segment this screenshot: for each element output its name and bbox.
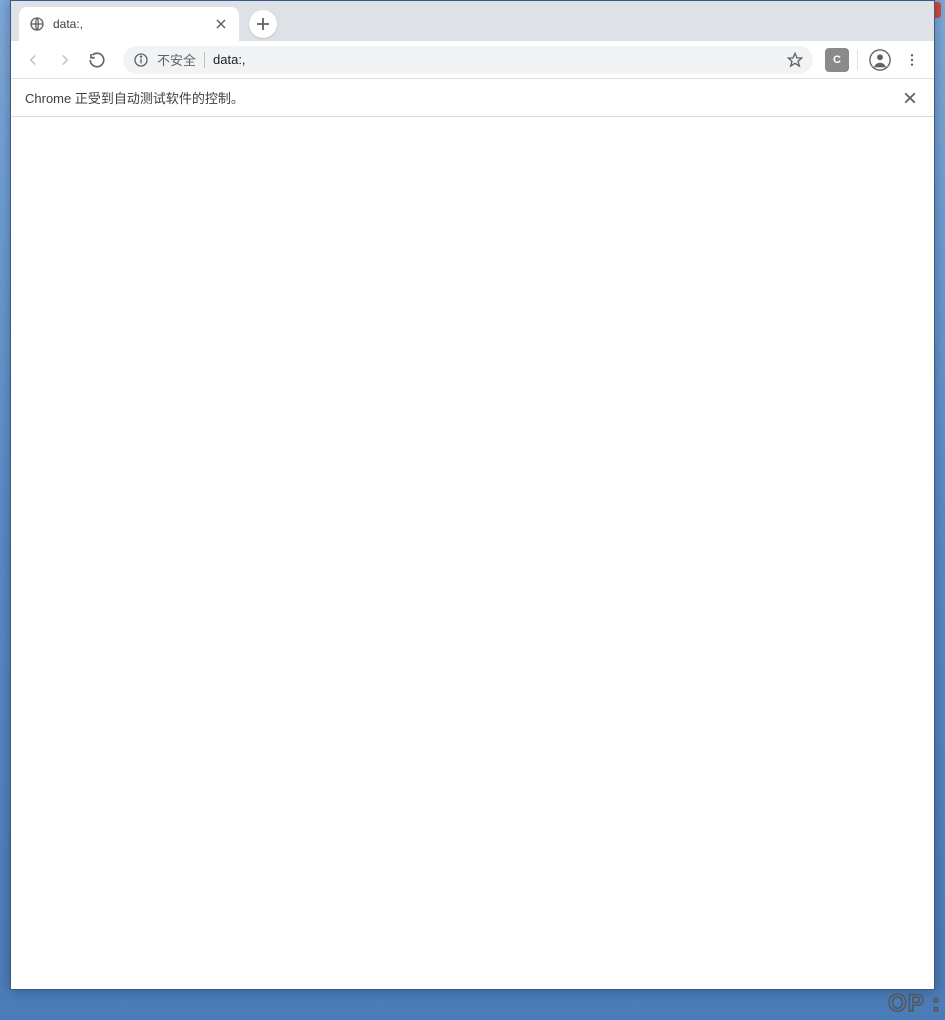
info-icon[interactable] (133, 52, 149, 68)
bookmark-star-icon[interactable] (787, 52, 803, 68)
tab-close-button[interactable] (213, 16, 229, 32)
toolbar-separator (857, 50, 858, 70)
tab-strip: data:, (11, 1, 934, 41)
tab-active[interactable]: data:, (19, 7, 239, 41)
new-tab-button[interactable] (249, 10, 277, 38)
url-text: data:, (213, 52, 779, 67)
extension-badge[interactable]: C (825, 48, 849, 72)
page-content (11, 117, 934, 989)
tab-title: data:, (53, 17, 205, 31)
watermark: OP : (888, 990, 941, 1018)
back-button[interactable] (19, 46, 47, 74)
forward-button[interactable] (51, 46, 79, 74)
reload-button[interactable] (83, 46, 111, 74)
info-bar-close-button[interactable] (900, 88, 920, 108)
menu-button[interactable] (898, 46, 926, 74)
profile-button[interactable] (866, 46, 894, 74)
omnibox-divider (204, 52, 205, 68)
address-bar[interactable]: 不安全 data:, (123, 46, 813, 74)
security-label: 不安全 (157, 50, 196, 69)
toolbar: 不安全 data:, C (11, 41, 934, 79)
info-bar-message: Chrome 正受到自动测试软件的控制。 (25, 88, 900, 107)
chrome-window: data:, (10, 0, 935, 990)
automation-info-bar: Chrome 正受到自动测试软件的控制。 (11, 79, 934, 117)
globe-icon (29, 16, 45, 32)
